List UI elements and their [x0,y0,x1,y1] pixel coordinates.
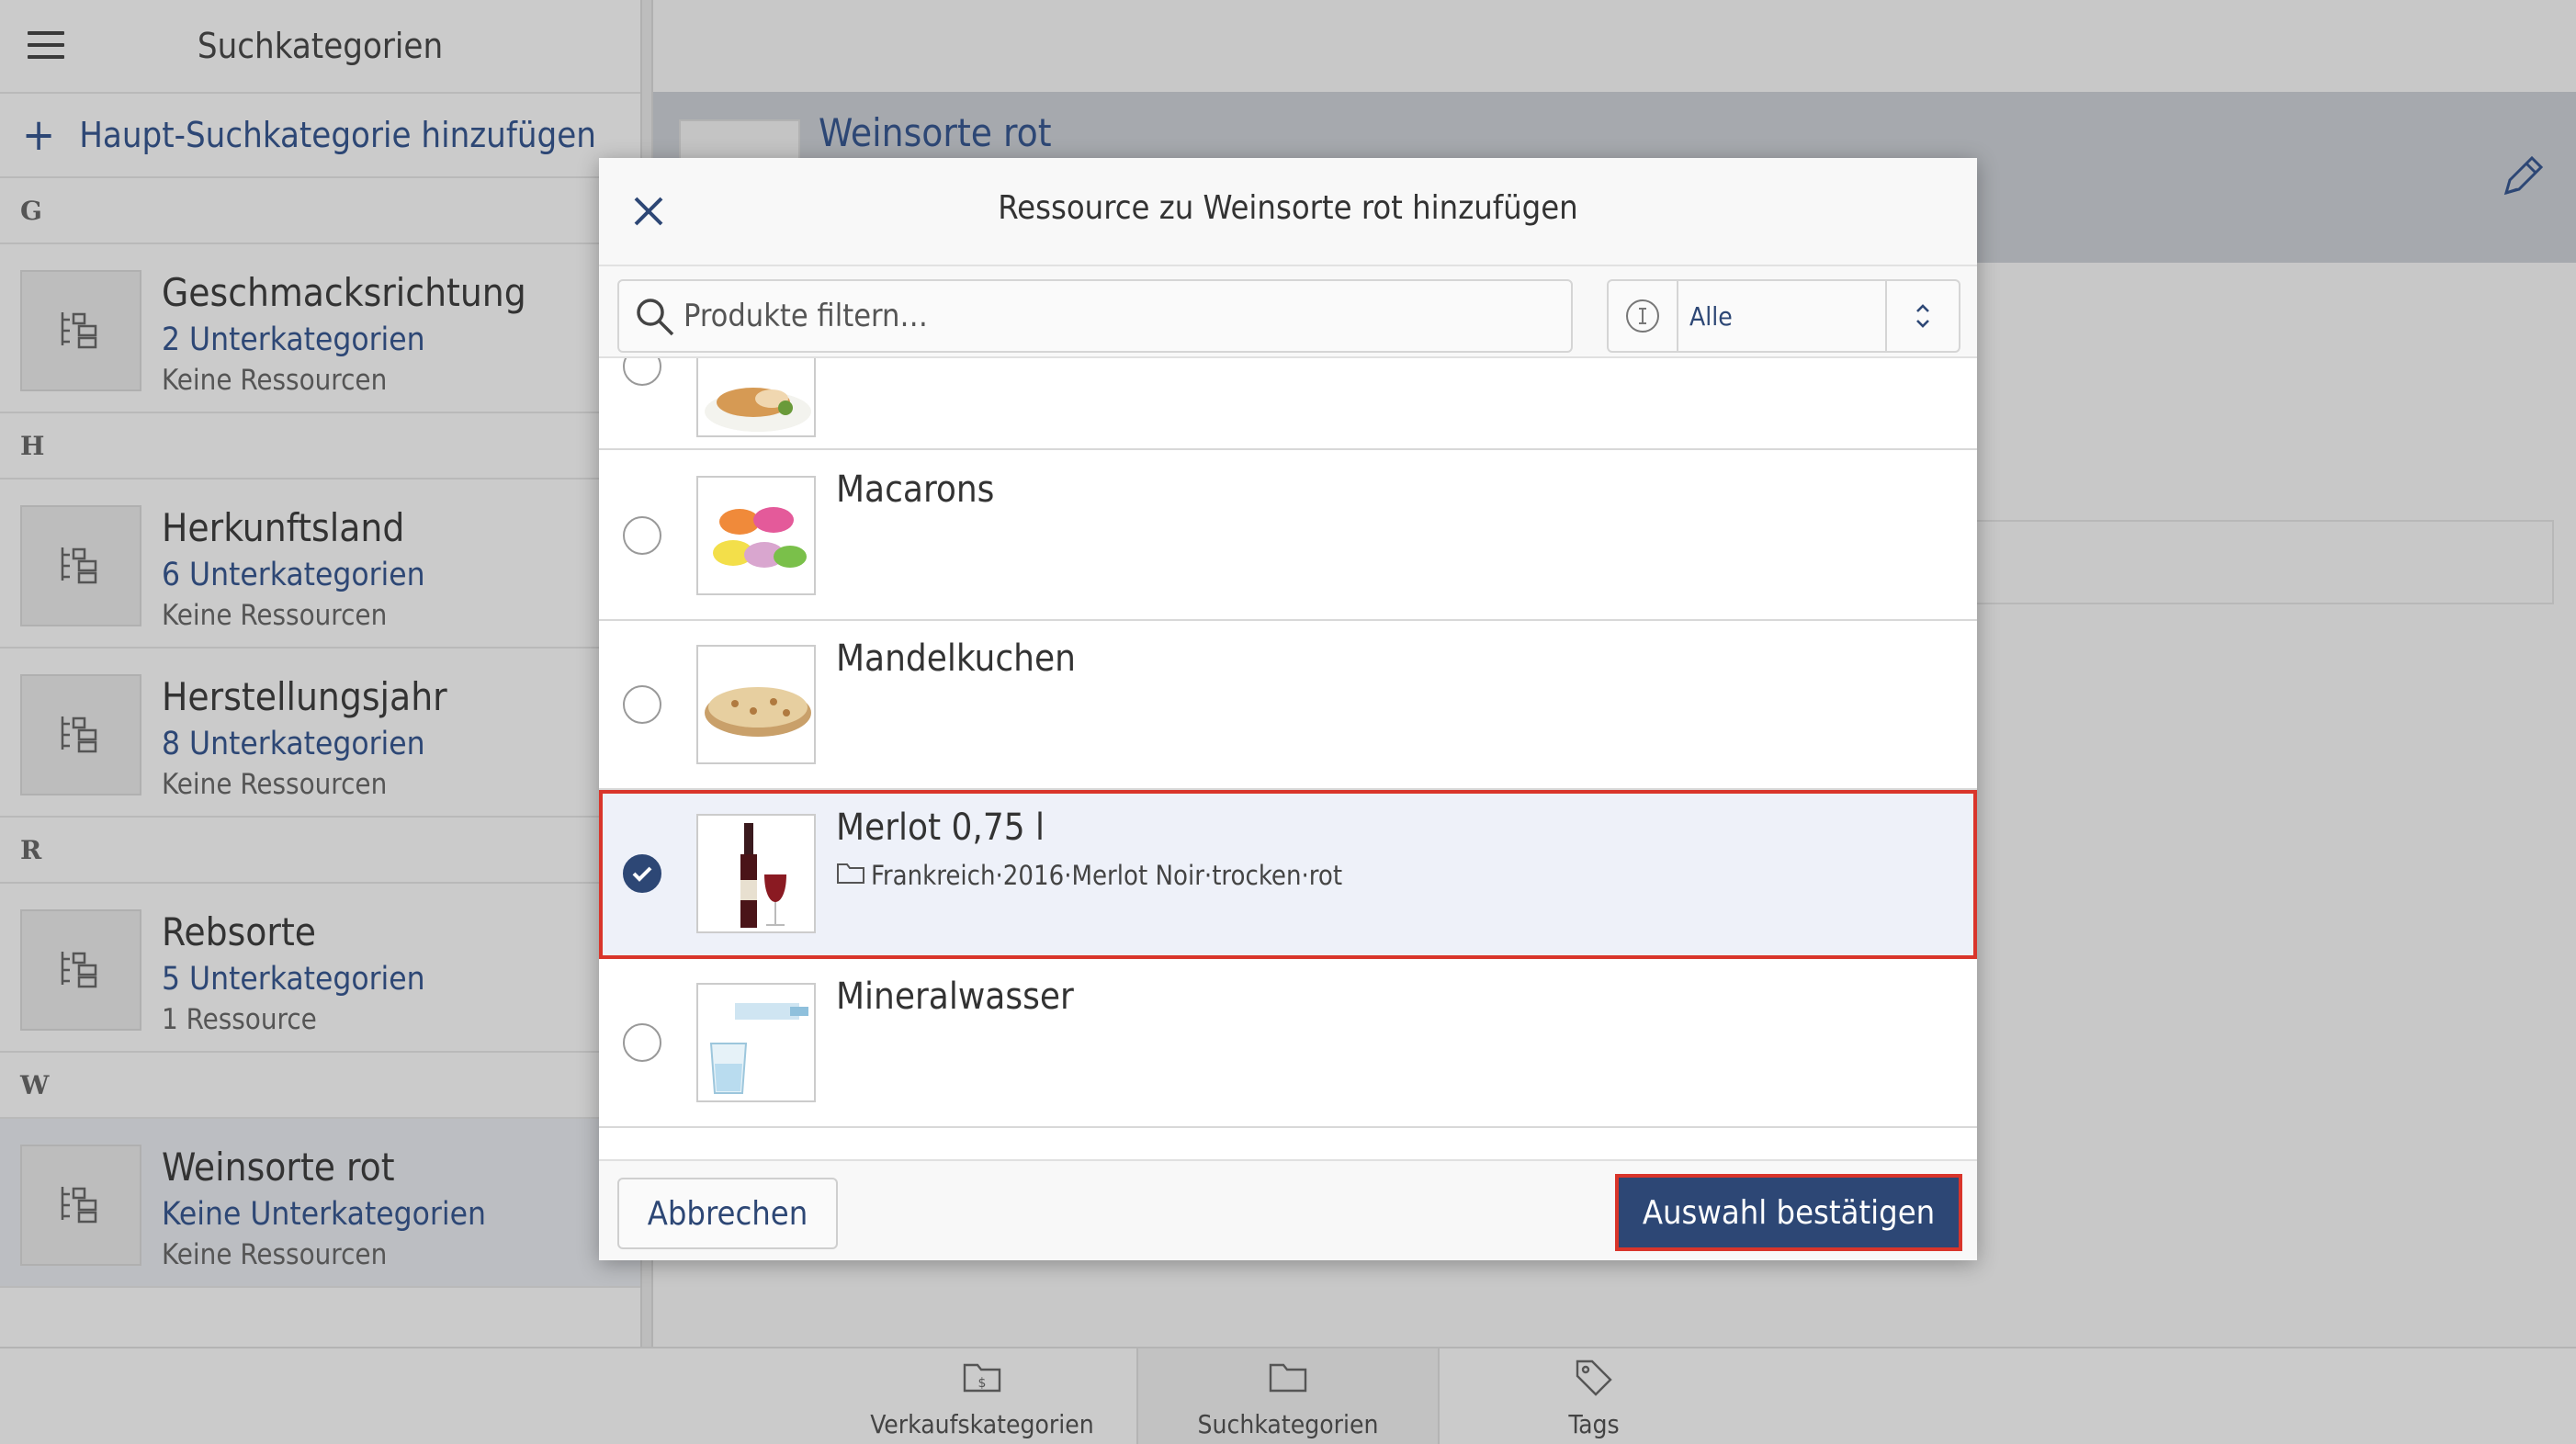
section-letter-r: R [0,818,640,884]
list-item[interactable] [599,358,1977,450]
radio-button-checked[interactable] [623,854,661,893]
category-name: Weinsorte rot [162,1145,395,1190]
select-value: Alle [1689,301,1733,332]
list-item-merlot[interactable]: Merlot 0,75 l Frankreich·2016·Merlot Noi… [599,790,1977,959]
tab-label: Verkaufskategorien [870,1409,1094,1439]
category-name: Herkunftsland [162,505,405,550]
category-item-herstellungsjahr[interactable]: Herstellungsjahr 8 Unterkategorien Keine… [0,649,640,818]
tab-suchkategorien[interactable]: Suchkategorien [1136,1348,1440,1444]
category-resources: Keine Ressourcen [162,364,388,397]
filter-bar: Alle [599,266,1977,358]
section-letter-g: G [0,178,640,244]
product-name: Mandelkuchen [836,637,1076,680]
dialog-header: Ressource zu Weinsorte rot hinzufügen [599,158,1977,266]
tab-label: Tags [1568,1409,1620,1439]
product-name: Macarons [836,468,995,511]
dialog-footer: Abbrechen Auswahl bestätigen [599,1159,1977,1260]
section-letter-h: H [0,413,640,479]
product-image-water [696,983,816,1102]
radio-button[interactable] [623,516,661,555]
svg-text:$: $ [978,1376,987,1391]
product-image-wine [696,814,816,933]
category-name: Herstellungsjahr [162,674,447,719]
add-resource-dialog: Ressource zu Weinsorte rot hinzufügen Al… [599,158,1977,1260]
category-resources: Keine Ressourcen [162,1238,388,1271]
category-resources: Keine Ressourcen [162,599,388,632]
category-item-herkunftsland[interactable]: Herkunftsland 6 Unterkategorien Keine Re… [0,479,640,649]
category-tree-icon [20,909,141,1031]
product-tags-text: Frankreich·2016·Merlot Noir·trocken·rot [871,860,1343,891]
list-item-mineralwasser[interactable]: Mineralwasser [599,959,1977,1128]
category-name: Geschmacksrichtung [162,270,526,315]
sidebar: Suchkategorien + Haupt-Suchkategorie hin… [0,0,640,1347]
confirm-selection-button[interactable]: Auswahl bestätigen [1615,1174,1962,1251]
folder-icon [836,860,865,891]
radio-button[interactable] [623,685,661,724]
tab-label: Suchkategorien [1197,1409,1379,1439]
search-box [617,279,1573,353]
resource-type-select[interactable]: Alle [1607,279,1960,353]
category-subcount: Keine Unterkategorien [162,1196,486,1233]
list-item-macarons[interactable]: Macarons [599,452,1977,621]
plus-icon: + [22,109,56,161]
product-name: Merlot 0,75 l [836,807,1045,849]
category-subcount: 5 Unterkategorien [162,961,425,998]
edit-pencil-icon[interactable] [2497,151,2548,206]
category-subcount: 8 Unterkategorien [162,726,425,762]
detail-title: Weinsorte rot [819,110,1052,155]
product-tags: Frankreich·2016·Merlot Noir·trocken·rot [836,860,1342,891]
info-icon [1609,281,1678,351]
product-name: Mineralwasser [836,976,1074,1018]
add-main-category-label: Haupt-Suchkategorie hinzufügen [79,115,596,155]
chevron-up-down-icon [1885,281,1959,351]
add-main-category-button[interactable]: + Haupt-Suchkategorie hinzufügen [0,94,640,178]
tab-verkaufskategorien[interactable]: $ Verkaufskategorien [830,1348,1134,1444]
category-tree-icon [20,505,141,626]
category-name: Rebsorte [162,909,316,954]
category-resources: Keine Ressourcen [162,768,388,801]
category-item-geschmacksrichtung[interactable]: Geschmacksrichtung 2 Unterkategorien Kei… [0,244,640,413]
product-image-cake [696,645,816,764]
sidebar-header: Suchkategorien [0,0,640,94]
category-tree-icon [20,1145,141,1266]
cancel-button[interactable]: Abbrechen [617,1178,838,1249]
search-icon [634,296,676,342]
folder-icon [1138,1358,1438,1394]
category-subcount: 2 Unterkategorien [162,322,425,358]
category-resources: 1 Ressource [162,1003,317,1036]
sidebar-title: Suchkategorien [197,26,444,66]
bottom-nav: $ Verkaufskategorien Suchkategorien Tags [0,1347,2576,1444]
category-item-rebsorte[interactable]: Rebsorte 5 Unterkategorien 1 Ressource [0,884,640,1053]
tag-icon [1442,1358,1746,1398]
category-tree-icon [20,270,141,391]
section-letter-w: W [0,1053,640,1119]
list-item-mandelkuchen[interactable]: Mandelkuchen [599,621,1977,790]
product-image-macarons [696,476,816,595]
folder-dollar-icon: $ [830,1358,1134,1394]
radio-button[interactable] [623,1023,661,1062]
radio-button[interactable] [623,358,661,386]
resource-list[interactable]: Macarons Mandelkuchen Merlot 0,75 l Fran… [599,358,1977,1159]
detail-field[interactable] [1975,520,2554,604]
product-image-dish [696,358,816,437]
tab-tags[interactable]: Tags [1442,1348,1746,1444]
dialog-title: Ressource zu Weinsorte rot hinzufügen [998,189,1578,227]
category-item-weinsorte-rot[interactable]: Weinsorte rot Keine Unterkategorien Kein… [0,1119,640,1288]
category-subcount: 6 Unterkategorien [162,557,425,593]
search-input[interactable] [684,292,1556,340]
category-tree-icon [20,674,141,795]
